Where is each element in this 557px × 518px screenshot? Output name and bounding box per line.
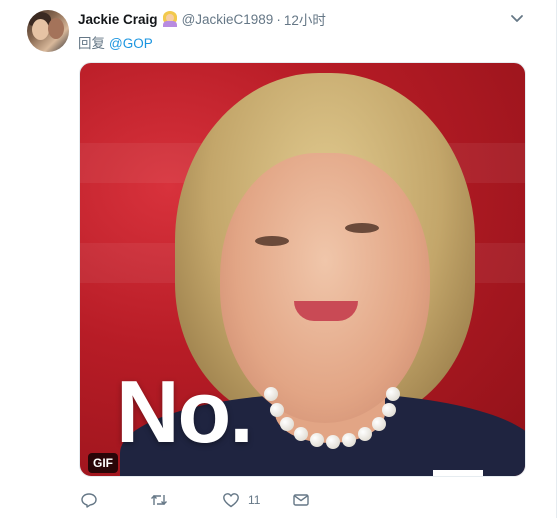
pearl-necklace <box>260 381 400 461</box>
reply-mention-link[interactable]: @GOP <box>109 36 153 51</box>
chevron-down-icon[interactable] <box>510 13 524 25</box>
like-button[interactable]: 11 <box>222 490 260 510</box>
user-handle[interactable]: @JackieC1989 <box>182 12 274 27</box>
gif-caption-text: No. <box>116 362 254 461</box>
retweet-icon <box>151 495 167 505</box>
reply-button[interactable] <box>80 490 98 510</box>
person-gesturing-no-emoji <box>162 11 178 27</box>
separator-dot: · <box>276 11 281 27</box>
like-count: 11 <box>248 493 261 507</box>
display-name[interactable]: Jackie Craig <box>78 12 158 27</box>
reply-context: 回复 @GOP <box>78 32 153 52</box>
reply-label: 回复 <box>78 36 105 51</box>
envelope-icon <box>293 494 309 506</box>
reply-icon <box>81 493 97 508</box>
gif-badge: GIF <box>88 453 118 473</box>
avatar[interactable] <box>27 10 69 52</box>
tweet-card[interactable]: Jackie Craig @JackieC1989 · 12小时 回复 @GOP <box>0 0 557 518</box>
heart-icon <box>223 493 239 508</box>
tweet-timestamp[interactable]: 12小时 <box>284 9 326 29</box>
gif-media[interactable]: No. GIF <box>79 62 526 477</box>
tweet-header: Jackie Craig @JackieC1989 · 12小时 <box>78 10 326 28</box>
retweet-button[interactable] <box>150 490 168 510</box>
direct-message-button[interactable] <box>292 490 310 510</box>
